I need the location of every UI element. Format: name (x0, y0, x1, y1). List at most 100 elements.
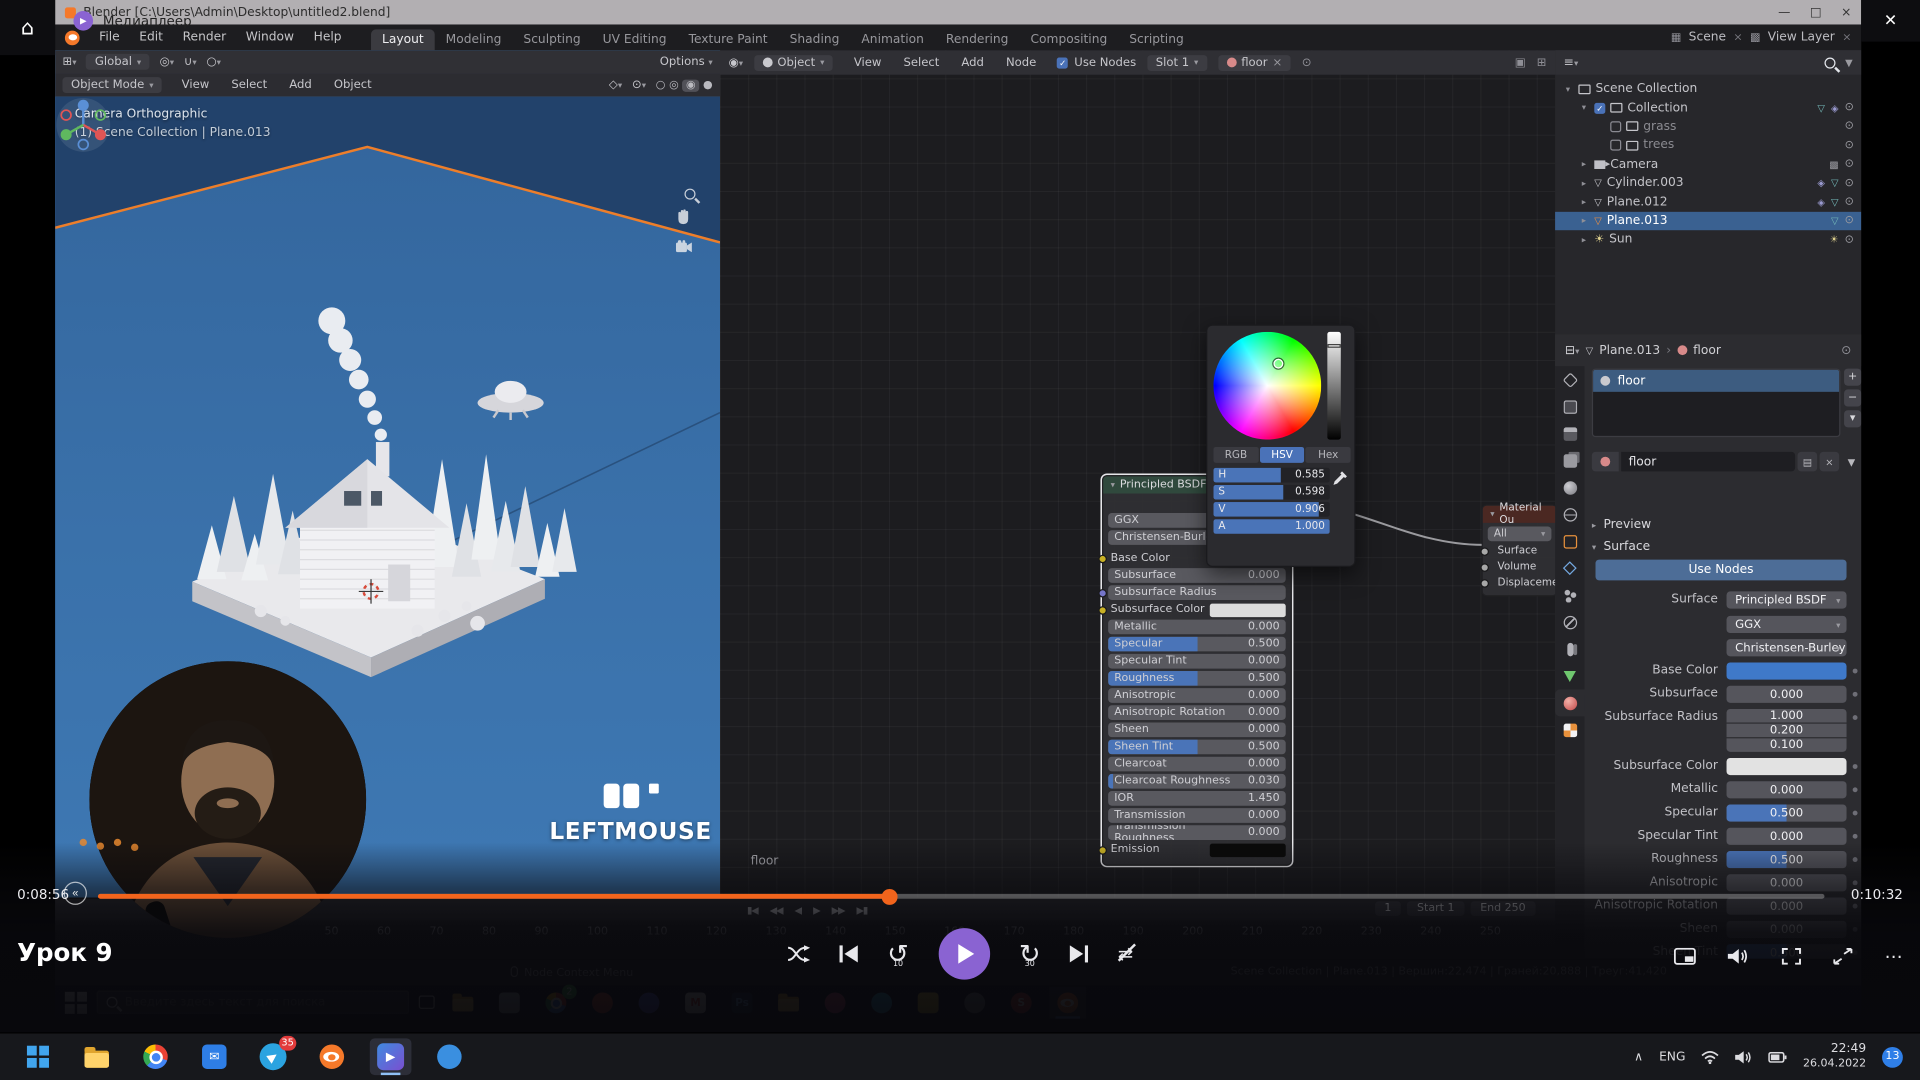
value-field-specular[interactable]: 0.500 (1727, 804, 1847, 821)
play-button[interactable] (938, 928, 989, 979)
scene-unlink-icon[interactable]: × (1733, 31, 1742, 43)
outliner-item-plane-012[interactable]: ▸▽Plane.012◈▽⊙ (1555, 193, 1861, 212)
app-edge-browser[interactable] (429, 1038, 471, 1075)
picker-slider-s[interactable]: S0.598 (1213, 485, 1329, 500)
eye-icon[interactable]: ⊙ (1845, 121, 1854, 133)
checkbox-trees[interactable] (1610, 140, 1621, 151)
outliner-item-grass[interactable]: grass⊙ (1555, 117, 1861, 136)
eye-icon[interactable]: ⊙ (1845, 196, 1854, 208)
menu-render[interactable]: Render (173, 28, 236, 46)
outliner-item-sun[interactable]: ▸☀Sun☀⊙ (1555, 230, 1861, 249)
editor-type-icon[interactable]: ⊟▾ (1565, 343, 1580, 356)
node-row-anisotropic-rotation[interactable]: Anisotropic Rotation0.000 (1108, 705, 1286, 720)
eye-icon[interactable]: ⊙ (1845, 177, 1854, 189)
slot-dropdown[interactable]: Slot 1▾ (1147, 54, 1207, 70)
progress-bar[interactable] (98, 894, 1825, 899)
next-track-button[interactable] (1070, 945, 1088, 962)
expand-icon[interactable]: ▸ (1578, 178, 1589, 188)
eye-icon[interactable]: ⊙ (1845, 139, 1854, 151)
shading-wireframe-icon[interactable]: ○ (656, 79, 666, 91)
node-row-specular-tint[interactable]: Specular Tint0.000 (1108, 654, 1286, 669)
animate-dot[interactable] (1853, 669, 1858, 674)
taskbar-clock[interactable]: 22:49 26.04.2022 (1803, 1042, 1866, 1071)
search-icon[interactable] (1824, 57, 1835, 68)
home-button[interactable]: ⌂ (0, 0, 55, 55)
color-picker-popup[interactable]: RGBHSVHex H0.585S0.598V0.906A1.000 (1206, 324, 1355, 566)
outliner-item-plane-013[interactable]: ▸▽Plane.013▽⊙ (1555, 212, 1861, 231)
app-telegram[interactable]: ▶35 (252, 1038, 294, 1075)
workspace-tab-rendering[interactable]: Rendering (935, 29, 1020, 50)
tray-chevron-icon[interactable]: ∧ (1634, 1050, 1643, 1063)
properties-tab-constraints[interactable] (1555, 636, 1584, 663)
shader-menu-view[interactable]: View (844, 53, 891, 71)
filter-icon[interactable]: ▼ (1842, 452, 1862, 472)
property-dropdown-ggx[interactable]: GGX▾ (1727, 616, 1847, 633)
value-field[interactable]: 0.100 (1727, 738, 1847, 751)
camera-view-icon[interactable] (676, 240, 703, 267)
workspace-tab-compositing[interactable]: Compositing (1019, 29, 1118, 50)
eye-icon[interactable]: ⊙ (1845, 158, 1854, 170)
proportional-edit-icon[interactable]: ○▾ (206, 55, 220, 68)
viewport-menu-view[interactable]: View (172, 76, 219, 94)
volume-button[interactable] (1728, 948, 1750, 965)
node-row-sheen-tint[interactable]: Sheen Tint0.500 (1108, 740, 1286, 755)
progress-thumb[interactable] (881, 888, 897, 904)
outliner-item-camera[interactable]: ▸Camera▩⊙ (1555, 155, 1861, 174)
eyedropper-icon[interactable] (1332, 470, 1348, 486)
unlink-material-button[interactable]: × (1820, 452, 1840, 472)
outliner-item-cylinder-003[interactable]: ▸▽Cylinder.003◈▽⊙ (1555, 174, 1861, 193)
menu-edit[interactable]: Edit (129, 28, 172, 46)
menu-window[interactable]: Window (236, 28, 304, 46)
blender-minimize-button[interactable]: — (1778, 6, 1790, 19)
expand-icon[interactable]: ▸ (1578, 159, 1589, 169)
viewport-menu-add[interactable]: Add (279, 76, 321, 94)
node-row-ior[interactable]: IOR1.450 (1108, 791, 1286, 806)
blender-logo-icon[interactable] (65, 30, 80, 45)
property-dropdown-christensen-burley[interactable]: Christensen-Burley▾ (1727, 639, 1847, 656)
checkbox-grass[interactable] (1610, 121, 1621, 132)
picker-slider-h[interactable]: H0.585 (1213, 468, 1329, 483)
fullscreen-button[interactable] (1782, 948, 1802, 965)
mode-dropdown[interactable]: Object Mode▾ (62, 77, 162, 93)
input-socket[interactable] (1480, 563, 1489, 572)
shader-menu-select[interactable]: Select (894, 53, 949, 71)
animate-dot[interactable] (1853, 692, 1858, 697)
input-socket[interactable] (1098, 555, 1107, 564)
color-wheel[interactable] (1213, 332, 1321, 440)
workspace-tab-scripting[interactable]: Scripting (1118, 29, 1194, 50)
expand-icon[interactable]: ▾ (1562, 84, 1573, 94)
node-row-subsurface-color[interactable]: Subsurface Color (1108, 602, 1286, 617)
new-material-button[interactable]: ▤ (1798, 452, 1818, 472)
shading-material-icon[interactable]: ◉ (682, 79, 699, 91)
node-header[interactable]: ▾Material Ou (1483, 506, 1555, 523)
input-socket[interactable] (1098, 606, 1107, 615)
editor-type-icon[interactable]: ⊞▾ (62, 55, 76, 68)
app-chrome[interactable] (135, 1038, 177, 1075)
node-row-roughness[interactable]: Roughness0.500 (1108, 671, 1286, 686)
material-slot-list[interactable]: floor (1592, 369, 1841, 438)
show-gizmo-icon[interactable]: ◇▾ (609, 78, 622, 91)
move-view-hand-icon[interactable] (676, 209, 703, 236)
properties-tab-view-layer[interactable] (1555, 447, 1584, 474)
picker-tab-hex[interactable]: Hex (1306, 447, 1351, 463)
view-layer-unlink-icon[interactable]: × (1842, 31, 1851, 43)
expand-icon[interactable]: ▸ (1578, 197, 1589, 207)
player-close-button[interactable]: ✕ (1861, 0, 1920, 42)
replay-button[interactable]: « (64, 882, 87, 905)
checkbox-collection[interactable]: ✓ (1594, 102, 1605, 113)
shader-editor[interactable]: ◉▾ Object▾ ViewSelectAddNode ✓ Use Nodes… (720, 50, 1555, 897)
video-area[interactable]: Blender [C:\Users\Admin\Desktop\untitled… (0, 0, 1920, 1032)
workspace-tab-animation[interactable]: Animation (850, 29, 934, 50)
output-target-dropdown[interactable]: All▾ (1488, 527, 1552, 542)
workspace-tab-sculpting[interactable]: Sculpting (512, 29, 591, 50)
input-socket[interactable] (1480, 547, 1489, 556)
blender-close-button[interactable]: × (1841, 6, 1851, 19)
value-slider[interactable] (1327, 332, 1340, 440)
viewport-menu-select[interactable]: Select (222, 76, 277, 94)
expand-button[interactable] (1833, 948, 1853, 965)
properties-tab-modifiers[interactable] (1555, 555, 1584, 582)
filter-icon[interactable]: ▼ (1845, 57, 1853, 68)
value-field[interactable]: 1.000 (1727, 709, 1847, 722)
input-socket[interactable] (1098, 589, 1107, 598)
add-slot-button[interactable]: + (1844, 369, 1861, 386)
